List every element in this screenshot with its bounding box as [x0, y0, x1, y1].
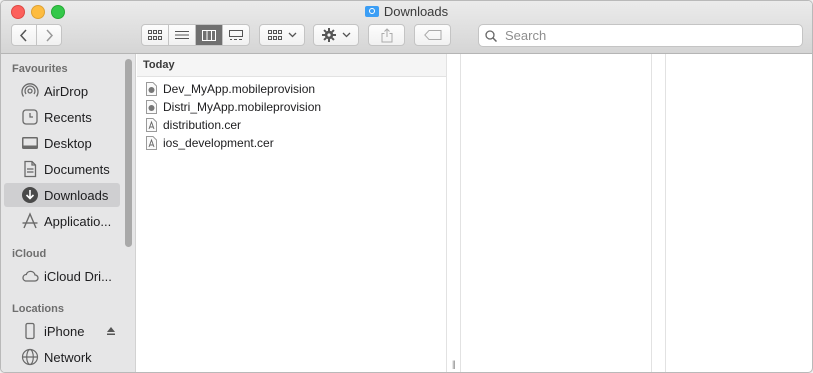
sidebar-item-icloud-drive[interactable]: iCloud Dri...	[4, 264, 120, 288]
applications-icon	[21, 212, 39, 230]
sidebar-heading-favourites: Favourites	[12, 63, 68, 75]
file-name: Distri_MyApp.mobileprovision	[163, 100, 322, 114]
group-by-icon	[267, 30, 282, 40]
tag-icon	[423, 30, 441, 40]
search-field[interactable]	[478, 24, 803, 47]
action-menu-button[interactable]	[313, 24, 359, 46]
sidebar-item-label: Network	[44, 349, 92, 365]
file-item[interactable]: distribution.cer	[137, 116, 446, 134]
certificate-file-icon	[146, 118, 157, 132]
share-icon	[381, 27, 392, 42]
titlebar: Downloads	[1, 1, 812, 54]
browser-column-1: Today Dev_MyApp.mobileprovision Distri_M…	[137, 54, 447, 372]
column-group-header: Today	[137, 54, 446, 77]
file-name: distribution.cer	[163, 118, 242, 132]
file-item[interactable]: ios_development.cer	[137, 134, 446, 152]
back-button[interactable]	[12, 25, 37, 45]
chevron-left-icon	[19, 28, 27, 42]
clock-icon	[21, 108, 39, 126]
browser-column-4	[652, 54, 666, 372]
search-input[interactable]	[503, 27, 787, 44]
sidebar-item-applications[interactable]: Applicatio...	[4, 209, 120, 233]
window-title: Downloads	[1, 3, 812, 21]
sidebar-item-label: Downloads	[44, 187, 109, 203]
sidebar-item-documents[interactable]: Documents	[4, 157, 120, 181]
network-icon	[21, 348, 39, 366]
file-name: Dev_MyApp.mobileprovision	[163, 82, 316, 96]
sidebar-item-label: iCloud Dri...	[44, 268, 112, 284]
download-icon	[21, 186, 39, 204]
sidebar-heading-locations: Locations	[12, 303, 64, 315]
sidebar-item-desktop[interactable]: Desktop	[4, 131, 120, 155]
sidebar-item-label: AirDrop	[44, 83, 89, 99]
browser-column-2	[447, 54, 461, 372]
mobileprovision-file-icon	[146, 100, 157, 114]
downloads-folder-icon	[364, 6, 379, 17]
group-by-button[interactable]	[259, 24, 305, 46]
icon-view-icon	[148, 30, 162, 40]
share-button[interactable]	[368, 24, 405, 46]
window-title-text: Downloads	[383, 4, 449, 19]
sidebar-scrollbar[interactable]	[125, 59, 132, 247]
icon-view-button[interactable]	[142, 25, 169, 45]
gear-icon	[321, 28, 336, 42]
browser-column-3	[461, 54, 652, 372]
sidebar: Favourites AirDrop Recents Desktop Docum…	[1, 54, 136, 372]
chevron-right-icon	[46, 28, 54, 42]
certificate-file-icon	[146, 136, 157, 150]
sidebar-item-downloads[interactable]: Downloads	[4, 183, 120, 207]
cloud-icon	[21, 267, 39, 285]
forward-button[interactable]	[37, 25, 61, 45]
tag-button[interactable]	[414, 24, 451, 46]
sidebar-item-network[interactable]: Network	[4, 345, 120, 369]
chevron-down-icon	[288, 32, 296, 38]
sidebar-item-recents[interactable]: Recents	[4, 105, 120, 129]
sidebar-heading-icloud: iCloud	[12, 248, 47, 260]
gallery-view-button[interactable]	[223, 25, 249, 45]
file-item[interactable]: Dev_MyApp.mobileprovision	[137, 80, 446, 98]
file-item[interactable]: Distri_MyApp.mobileprovision	[137, 98, 446, 116]
sidebar-item-label: Documents	[44, 161, 110, 177]
finder-window: Downloads Search Favourites AirDrop Rece…	[0, 0, 813, 373]
sidebar-item-label: Applicatio...	[44, 213, 112, 229]
iphone-icon	[21, 322, 39, 340]
list-view-button[interactable]	[169, 25, 196, 45]
file-name: ios_development.cer	[163, 136, 274, 150]
airdrop-icon	[21, 82, 39, 100]
sidebar-item-airdrop[interactable]: AirDrop	[4, 79, 120, 103]
search-icon	[485, 29, 497, 42]
list-view-icon	[175, 31, 189, 39]
column-resize-handle[interactable]: ||	[452, 359, 456, 369]
eject-icon[interactable]	[106, 326, 116, 336]
desktop-icon	[21, 134, 39, 152]
document-icon	[21, 160, 39, 178]
chevron-down-icon	[342, 32, 350, 38]
back-forward-control	[11, 24, 62, 46]
sidebar-item-label: Desktop	[44, 135, 92, 151]
column-view-button[interactable]	[196, 25, 223, 45]
gallery-view-icon	[229, 29, 243, 40]
sidebar-item-label: Recents	[44, 109, 92, 125]
sidebar-item-label: iPhone	[44, 323, 85, 339]
mobileprovision-file-icon	[146, 82, 157, 96]
column-view-icon	[202, 29, 216, 41]
sidebar-item-iphone[interactable]: iPhone	[4, 319, 120, 343]
view-switcher	[141, 24, 250, 46]
